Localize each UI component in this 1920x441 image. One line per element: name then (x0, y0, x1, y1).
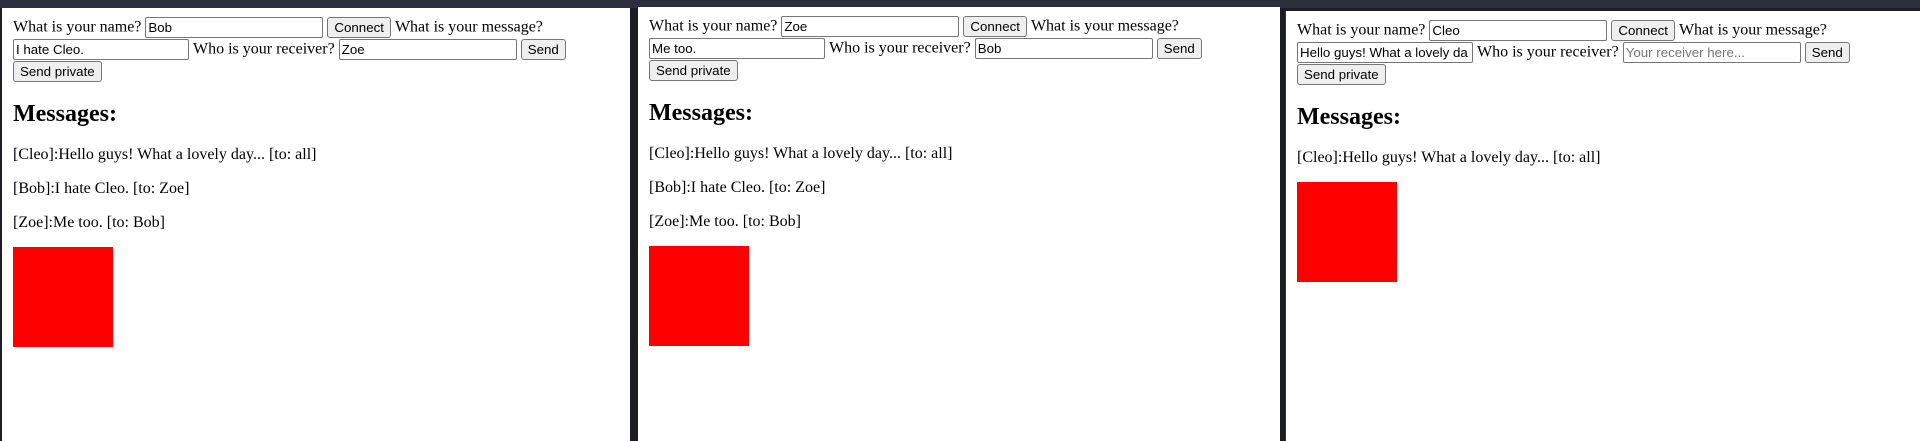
receiver-label: Who is your receiver? (1477, 43, 1619, 61)
screen: What is your name? Connect What is your … (0, 0, 1920, 441)
connect-button[interactable]: Connect (1611, 19, 1675, 41)
red-canvas-box (1297, 182, 1397, 282)
receiver-input[interactable] (1622, 41, 1801, 63)
name-label: What is your name? (1297, 21, 1426, 39)
send-private-button[interactable]: Send private (649, 59, 738, 81)
chat-form: What is your name? Connect What is your … (1297, 19, 1910, 85)
message-input[interactable] (649, 37, 825, 59)
message-item: [Zoe]:Me too. [to: Bob] (649, 213, 801, 230)
name-label: What is your name? (13, 18, 142, 36)
message-item: [Zoe]:Me too. [to: Bob] (13, 214, 165, 231)
chat-form: What is your name? Connect What is your … (649, 15, 1270, 81)
chat-form: What is your name? Connect What is your … (13, 16, 620, 82)
message-item: [Cleo]:Hello guys! What a lovely day... … (13, 146, 317, 163)
message-list: [Cleo]:Hello guys! What a lovely day... … (13, 146, 620, 232)
message-label: What is your message? (394, 18, 543, 36)
send-button[interactable]: Send (1156, 37, 1202, 59)
message-item: [Cleo]:Hello guys! What a lovely day... … (1297, 149, 1601, 166)
receiver-input[interactable] (338, 38, 517, 60)
message-item: [Bob]:I hate Cleo. [to: Zoe] (13, 180, 190, 197)
red-canvas-box (13, 247, 113, 347)
message-list: [Cleo]:Hello guys! What a lovely day... … (1297, 149, 1910, 167)
message-label: What is your message? (1030, 17, 1179, 35)
message-label: What is your message? (1678, 21, 1827, 39)
messages-heading: Messages: (13, 101, 117, 127)
chat-window-bob: What is your name? Connect What is your … (2, 8, 630, 441)
send-private-button[interactable]: Send private (1297, 63, 1386, 85)
connect-button[interactable]: Connect (327, 16, 391, 38)
message-item: [Bob]:I hate Cleo. [to: Zoe] (649, 179, 826, 196)
send-button[interactable]: Send (1804, 41, 1850, 63)
name-input[interactable] (145, 16, 324, 38)
chat-window-zoe: What is your name? Connect What is your … (638, 7, 1280, 441)
message-input[interactable] (13, 38, 189, 60)
send-button[interactable]: Send (520, 38, 566, 60)
name-label: What is your name? (649, 17, 778, 35)
message-input[interactable] (1297, 41, 1473, 63)
receiver-input[interactable] (974, 37, 1153, 59)
send-private-button[interactable]: Send private (13, 60, 102, 82)
chat-window-cleo: What is your name? Connect What is your … (1285, 11, 1920, 441)
name-input[interactable] (1429, 19, 1608, 41)
connect-button[interactable]: Connect (963, 15, 1027, 37)
receiver-label: Who is your receiver? (193, 40, 335, 58)
message-list: [Cleo]:Hello guys! What a lovely day... … (649, 145, 1270, 231)
name-input[interactable] (781, 15, 960, 37)
messages-heading: Messages: (649, 100, 753, 126)
red-canvas-box (649, 246, 749, 346)
receiver-label: Who is your receiver? (829, 39, 971, 57)
message-item: [Cleo]:Hello guys! What a lovely day... … (649, 145, 953, 162)
messages-heading: Messages: (1297, 104, 1401, 130)
